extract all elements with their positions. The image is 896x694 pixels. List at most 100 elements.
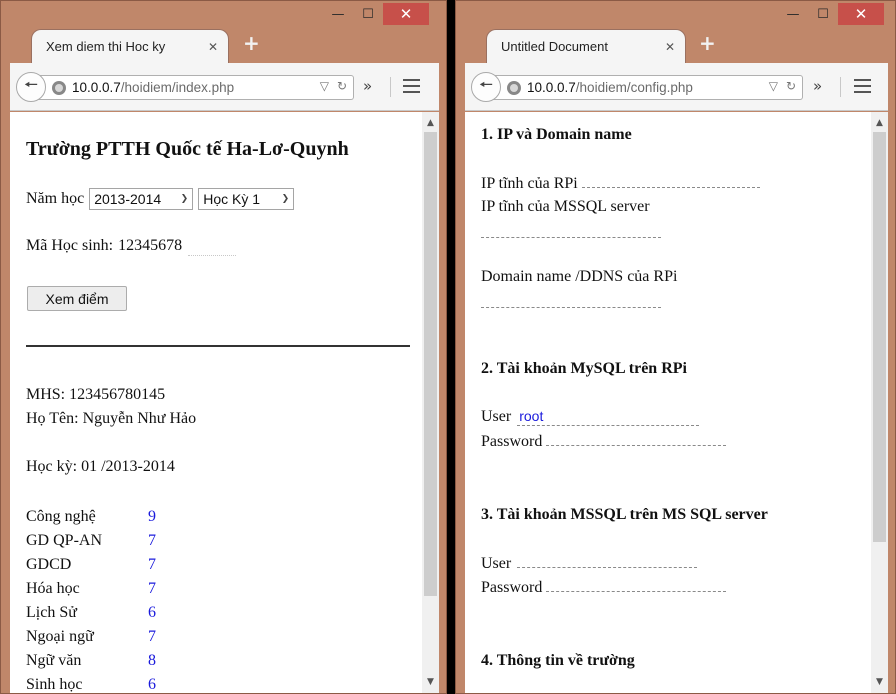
dropdown-arrow-icon[interactable]: ▽: [769, 79, 778, 93]
hamburger-menu-icon[interactable]: [403, 79, 420, 93]
mssql-password-row: Password: [481, 578, 727, 597]
rpi-ip-row: IP tĩnh của RPi: [481, 174, 760, 193]
mssql-ip-input[interactable]: [481, 224, 661, 238]
subject-score: 7: [148, 628, 156, 645]
close-icon[interactable]: ✕: [838, 3, 884, 25]
student-id-input[interactable]: [188, 236, 237, 256]
maximize-icon[interactable]: ☐: [808, 3, 838, 25]
maximize-icon[interactable]: ☐: [353, 3, 383, 25]
page-content: Trường PTTH Quốc tế Ha-Lơ-Quynh Năm học …: [10, 112, 439, 693]
score-row: Ngoại ngữ 7: [26, 628, 186, 652]
globe-icon: [507, 80, 521, 95]
tab-active[interactable]: Xem diem thi Hoc ky ✕: [31, 29, 229, 63]
score-row: GD QP-AN 7: [26, 532, 186, 556]
result-semester: Học kỳ: 01 /2013-2014: [26, 458, 175, 475]
url-host: 10.0.0.7: [72, 80, 121, 95]
mssql-password-input[interactable]: [546, 578, 727, 592]
mssql-user-label: User: [481, 555, 512, 572]
mysql-password-label: Password: [481, 433, 543, 450]
mssql-ip-label: IP tĩnh của MSSQL server: [481, 198, 650, 215]
url-tools: ▽ ↻: [769, 79, 796, 93]
result-name: Họ Tên: Nguyễn Như Hảo: [26, 410, 197, 427]
new-tab-icon[interactable]: +: [699, 31, 716, 55]
subject-score: 6: [148, 676, 156, 693]
section-heading: 4. Thông tin về trường: [481, 652, 635, 669]
mysql-password-input[interactable]: [546, 432, 727, 446]
mssql-password-label: Password: [481, 579, 543, 596]
score-row: GDCD 7: [26, 556, 186, 580]
rpi-ip-input[interactable]: [581, 174, 760, 188]
mysql-password-row: Password: [481, 432, 727, 451]
score-row: Sinh học 6: [26, 676, 186, 693]
url-path: /hoidiem/index.php: [120, 80, 235, 95]
chevron-down-icon: ❯: [281, 194, 290, 204]
tab-active[interactable]: Untitled Document ✕: [486, 29, 686, 63]
tab-title: Untitled Document: [501, 39, 608, 54]
score-row: Ngữ văn 8: [26, 652, 186, 676]
url-path: /hoidiem/config.php: [575, 80, 693, 95]
tab-close-icon[interactable]: ✕: [665, 40, 675, 54]
subject-score: 7: [148, 580, 156, 597]
tab-title: Xem diem thi Hoc ky: [46, 39, 166, 54]
toolbar-separator: [840, 77, 841, 97]
scrollbar-thumb[interactable]: [873, 132, 886, 542]
page-content: 1. IP và Domain name IP tĩnh của RPi IP …: [465, 112, 888, 693]
mysql-user-label: User: [481, 408, 512, 425]
navigation-bar: 10.0.0.7/hoidiem/config.php ▽ ↻ 🠔 »: [465, 63, 888, 111]
tab-strip: Xem diem thi Hoc ky ✕ +: [1, 25, 446, 63]
semester-select-value: Học Kỳ 1: [203, 191, 261, 207]
url-bar[interactable]: 10.0.0.7/hoidiem/index.php ▽ ↻: [32, 75, 354, 100]
year-semester-row: Năm học 2013-2014 ❯ Học Kỳ 1 ❯: [26, 188, 295, 210]
domain-input[interactable]: [481, 294, 661, 308]
score-row: Lịch Sử 6: [26, 604, 186, 628]
window-controls: — ☐ ✕: [323, 3, 429, 27]
section-heading: 1. IP và Domain name: [481, 126, 632, 143]
student-id-value: 12345678: [118, 237, 183, 254]
subject-name: Ngoại ngữ: [26, 628, 94, 645]
hamburger-menu-icon[interactable]: [854, 79, 871, 93]
subject-name: GDCD: [26, 556, 72, 573]
scroll-up-icon[interactable]: ▲: [871, 115, 888, 131]
tab-close-icon[interactable]: ✕: [208, 40, 218, 54]
mysql-user-row: User root: [481, 408, 700, 426]
scroll-down-icon[interactable]: ▼: [871, 674, 888, 690]
vertical-scrollbar[interactable]: ▲ ▼: [422, 112, 439, 693]
reload-icon[interactable]: ↻: [337, 79, 347, 93]
mysql-user-input[interactable]: root: [517, 408, 700, 426]
url-bar[interactable]: 10.0.0.7/hoidiem/config.php ▽ ↻: [487, 75, 803, 100]
score-row: Hóa học 7: [26, 580, 186, 604]
scroll-down-icon[interactable]: ▼: [422, 674, 439, 690]
scrollbar-thumb[interactable]: [424, 132, 437, 596]
subject-score: 9: [148, 508, 156, 525]
back-arrow-icon[interactable]: 🠔: [16, 72, 46, 102]
minimize-icon[interactable]: —: [778, 3, 808, 25]
subject-name: Hóa học: [26, 580, 80, 597]
browser-window-left: — ☐ ✕ Xem diem thi Hoc ky ✕ + 10.0.0.7/h…: [0, 0, 447, 694]
overflow-chevron-icon[interactable]: »: [813, 77, 822, 95]
minimize-icon[interactable]: —: [323, 3, 353, 25]
section-heading: 2. Tài khoản MySQL trên RPi: [481, 360, 687, 377]
student-id-label: Mã Học sinh:: [26, 237, 114, 254]
back-arrow-icon[interactable]: 🠔: [471, 72, 501, 102]
semester-select[interactable]: Học Kỳ 1 ❯: [198, 188, 295, 210]
section-heading: 3. Tài khoản MSSQL trên MS SQL server: [481, 506, 768, 523]
subject-score: 7: [148, 556, 156, 573]
subject-score: 8: [148, 652, 156, 669]
year-label: Năm học: [26, 190, 85, 207]
divider: [26, 345, 410, 347]
dropdown-arrow-icon[interactable]: ▽: [320, 79, 329, 93]
new-tab-icon[interactable]: +: [243, 31, 260, 55]
view-scores-button[interactable]: Xem điểm: [27, 286, 127, 311]
scroll-up-icon[interactable]: ▲: [422, 115, 439, 131]
close-icon[interactable]: ✕: [383, 3, 429, 25]
year-select-value: 2013-2014: [94, 191, 162, 207]
vertical-scrollbar[interactable]: ▲ ▼: [871, 112, 888, 693]
subject-score: 6: [148, 604, 156, 621]
year-select[interactable]: 2013-2014 ❯: [89, 188, 194, 210]
overflow-chevron-icon[interactable]: »: [363, 77, 372, 95]
subject-name: Sinh học: [26, 676, 83, 693]
mssql-user-input[interactable]: [517, 554, 698, 568]
url-tools: ▽ ↻: [320, 79, 347, 93]
reload-icon[interactable]: ↻: [786, 79, 796, 93]
score-row: Công nghệ 9: [26, 508, 186, 532]
